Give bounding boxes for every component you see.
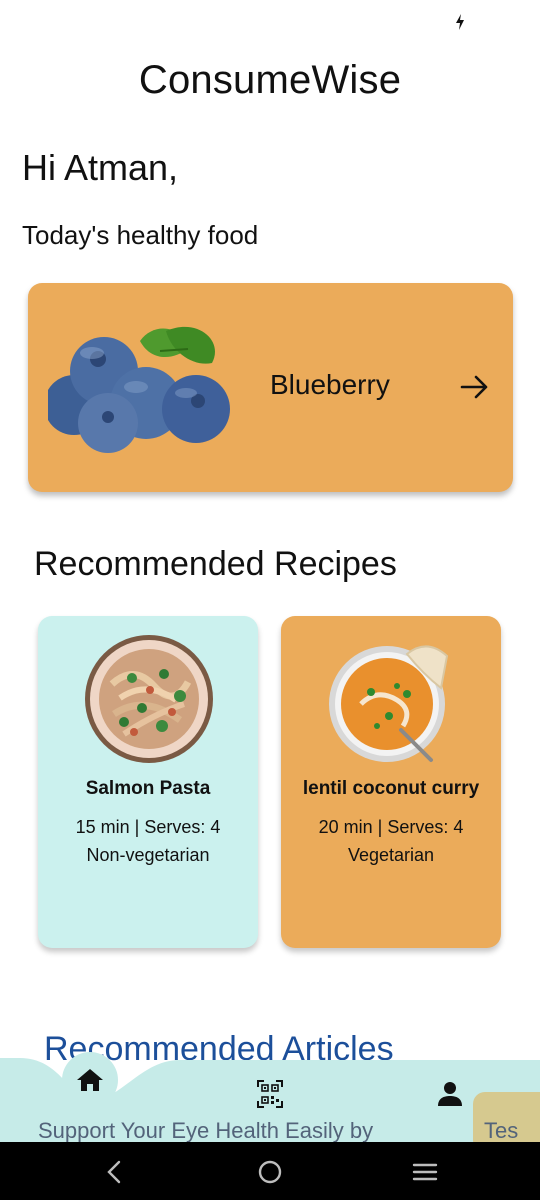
home-circle-icon[interactable]: [256, 1158, 284, 1186]
healthy-food-card[interactable]: Blueberry: [28, 283, 513, 492]
back-icon[interactable]: [101, 1158, 129, 1186]
bolt-icon: [456, 14, 464, 30]
home-icon[interactable]: [76, 1067, 104, 1093]
recipe-type: Non-vegetarian: [86, 845, 210, 865]
salmon-pasta-image: [85, 635, 213, 763]
blueberry-image: [48, 326, 230, 453]
recipe-name: lentil coconut curry: [302, 778, 480, 799]
recents-icon[interactable]: [411, 1158, 439, 1186]
recipe-name: Salmon Pasta: [85, 778, 211, 799]
article-title: Tes: [484, 1118, 519, 1143]
recipe-meta: 15 min | Serves: 4: [75, 817, 221, 837]
greeting: Hi Atman,: [22, 147, 179, 188]
healthy-food-heading: Today's healthy food: [22, 220, 259, 250]
food-name: Blueberry: [270, 369, 390, 400]
recipe-card-salmon-pasta[interactable]: Salmon Pasta 15 min | Serves: 4 Non-vege…: [38, 616, 258, 948]
recipes-heading: Recommended Recipes: [34, 545, 397, 583]
arrow-right-icon[interactable]: [456, 369, 492, 405]
status-bar: [0, 0, 540, 44]
system-nav-bar: [0, 1142, 540, 1200]
recipe-meta: 20 min | Serves: 4: [318, 817, 464, 837]
recipe-type: Vegetarian: [347, 845, 435, 865]
qr-scan-icon[interactable]: [257, 1080, 283, 1108]
recipe-card-lentil-coconut-curry[interactable]: lentil coconut curry 20 min | Serves: 4 …: [281, 616, 501, 948]
lentil-curry-image: [329, 645, 449, 762]
article-title: Support Your Eye Health Easily by: [38, 1118, 374, 1143]
profile-icon[interactable]: [437, 1081, 463, 1107]
app-title: ConsumeWise: [138, 58, 402, 102]
